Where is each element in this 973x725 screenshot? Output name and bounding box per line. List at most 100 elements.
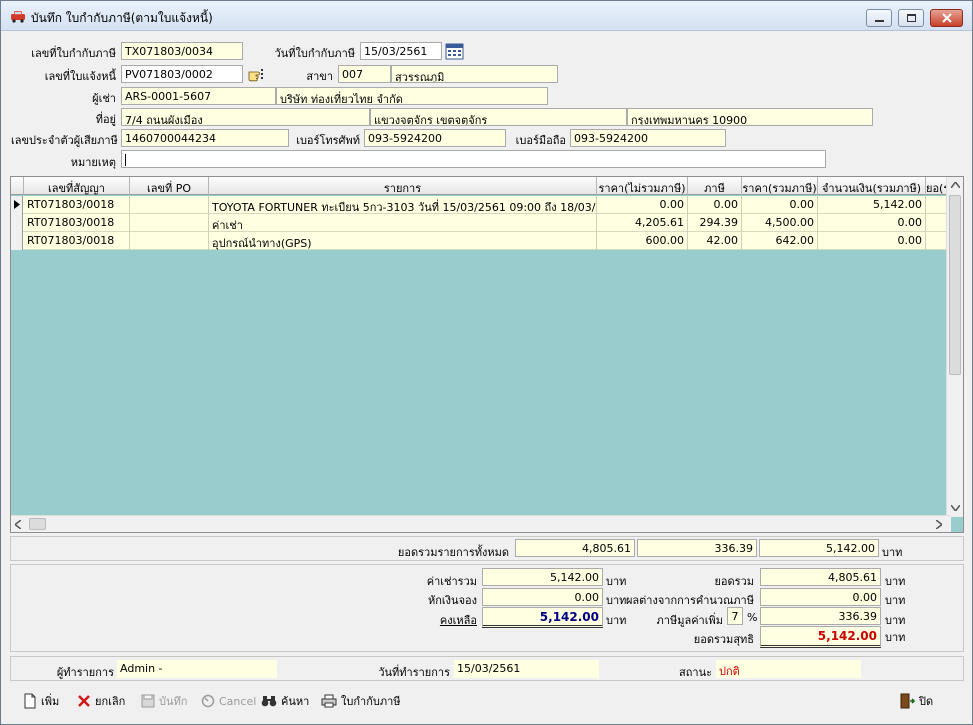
- cell-contract-no[interactable]: RT071803/0018: [24, 232, 130, 250]
- tax-invoice-no-field[interactable]: TX071803/0034: [121, 42, 243, 60]
- row-selector[interactable]: [11, 232, 23, 250]
- col-header-amount-inc-vat[interactable]: จำนวนเงิน(รวมภาษี): [818, 177, 926, 195]
- cell-description[interactable]: TOYOTA FORTUNER ทะเบียน 5กว-3103 วันที่ …: [209, 196, 597, 214]
- cell-price-inc-vat[interactable]: 4,500.00: [742, 214, 818, 232]
- col-header-contract-no[interactable]: เลขที่สัญญา: [24, 177, 130, 195]
- add-button-label: เพิ่ม: [41, 695, 60, 708]
- calendar-icon[interactable]: [445, 42, 464, 60]
- baht-unit: บาท: [885, 594, 906, 607]
- grid-horizontal-scrollbar[interactable]: [11, 515, 951, 532]
- cell-vat[interactable]: 294.39: [688, 214, 742, 232]
- row-selector[interactable]: [11, 196, 23, 214]
- close-button[interactable]: ปิด: [899, 691, 933, 711]
- add-button[interactable]: เพิ่ม: [23, 691, 59, 711]
- sum-ex-vat-field: 4,805.61: [515, 539, 635, 557]
- cancel-button-label: Cancel: [219, 694, 257, 708]
- cancel-button[interactable]: Cancel: [201, 691, 256, 711]
- tax-invoice-date-field[interactable]: 15/03/2561: [360, 42, 442, 60]
- debit-note-no-field[interactable]: PV071803/0002: [121, 65, 243, 83]
- vat-label: ภาษีมูลค่าเพิ่ม: [656, 614, 723, 627]
- cell-price-ex-vat[interactable]: 4,205.61: [597, 214, 688, 232]
- close-button-label: ปิด: [919, 695, 934, 708]
- address-line1-field: 7/4 ถนนผังเมือง: [121, 108, 370, 126]
- percent-sign: %: [747, 611, 758, 624]
- tax-invoice-no-label: เลขที่ใบกำกับภาษี: [31, 47, 116, 60]
- cell-description[interactable]: อุปกรณ์นำทาง(GPS): [209, 232, 597, 250]
- baht-unit: บาท: [882, 546, 903, 559]
- table-row[interactable]: RT071803/0018 อุปกรณ์นำทาง(GPS) 600.00 4…: [11, 232, 951, 250]
- grid-header-corner: [11, 177, 24, 195]
- balance-field: 5,142.00: [482, 607, 603, 628]
- address-label: ที่อยู่: [95, 113, 116, 126]
- cell-amount-inc-vat[interactable]: 5,142.00: [818, 196, 926, 214]
- scroll-right-icon[interactable]: [936, 520, 942, 529]
- col-header-description[interactable]: รายการ: [209, 177, 597, 195]
- vat-calc-diff-field: 0.00: [760, 588, 881, 606]
- mobile-label: เบอร์มือถือ: [515, 134, 566, 147]
- operator-field: Admin -: [117, 660, 277, 678]
- cell-price-inc-vat[interactable]: 0.00: [742, 196, 818, 214]
- tax-id-field: 1460700044234: [121, 129, 289, 147]
- maximize-icon: [907, 14, 916, 22]
- vertical-scroll-thumb[interactable]: [949, 195, 961, 375]
- cell-description[interactable]: ค่าเช่า: [209, 214, 597, 232]
- col-header-vat[interactable]: ภาษี: [688, 177, 742, 195]
- cell-vat[interactable]: 0.00: [688, 196, 742, 214]
- scroll-up-icon[interactable]: [951, 182, 960, 188]
- close-window-button[interactable]: [930, 9, 963, 27]
- operator-label: ผู้ทำรายการ: [56, 666, 114, 679]
- col-header-price-ex-vat[interactable]: ราคา(ไม่รวมภาษี): [597, 177, 688, 195]
- exit-door-icon: [900, 693, 915, 709]
- cell-po-no[interactable]: [130, 196, 209, 214]
- cell-po-no[interactable]: [130, 214, 209, 232]
- branch-code-field[interactable]: 007: [338, 65, 391, 83]
- tax-invoice-print-button-label: ใบกำกับภาษี: [341, 695, 401, 708]
- col-header-po-no[interactable]: เลขที่ PO: [130, 177, 209, 195]
- cancel-record-button[interactable]: ยกเลิก: [77, 691, 125, 711]
- pointing-hand-lookup-icon[interactable]: [247, 66, 265, 82]
- lessee-code-field[interactable]: ARS-0001-5607: [121, 87, 276, 105]
- table-row[interactable]: RT071803/0018 ค่าเช่า 4,205.61 294.39 4,…: [11, 214, 951, 232]
- cell-po-no[interactable]: [130, 232, 209, 250]
- cell-price-ex-vat[interactable]: 0.00: [597, 196, 688, 214]
- cancel-record-button-label: ยกเลิก: [95, 695, 126, 708]
- cell-price-ex-vat[interactable]: 600.00: [597, 232, 688, 250]
- col-header-price-inc-vat[interactable]: ราคา(รวมภาษี): [742, 177, 818, 195]
- tax-invoice-print-button[interactable]: ใบกำกับภาษี: [321, 691, 401, 711]
- rental-total-label: ค่าเช่ารวม: [426, 575, 477, 588]
- baht-unit: บาท: [885, 614, 906, 627]
- cell-amount-inc-vat[interactable]: 0.00: [818, 214, 926, 232]
- cell-vat[interactable]: 42.00: [688, 232, 742, 250]
- tax-invoice-date-label: วันที่ใบกำกับภาษี: [274, 47, 355, 60]
- row-selector[interactable]: [11, 214, 23, 232]
- remark-field[interactable]: [121, 150, 826, 168]
- table-row[interactable]: RT071803/0018 TOYOTA FORTUNER ทะเบียน 5ก…: [11, 196, 951, 214]
- debit-note-no-label: เลขที่ใบแจ้งหนี้: [44, 70, 116, 83]
- lessee-label: ผู้เช่า: [92, 92, 116, 105]
- mobile-field: 093-5924200: [570, 129, 726, 147]
- grid-vertical-scrollbar[interactable]: [946, 177, 963, 517]
- net-total-field: 5,142.00: [760, 626, 881, 648]
- maximize-button[interactable]: [898, 9, 924, 27]
- text-caret: [125, 154, 126, 166]
- main-window: บันทึก ใบกำกับภาษี(ตามใบแจ้งหนี้) เลขที่…: [0, 0, 973, 725]
- minimize-button[interactable]: [866, 9, 892, 27]
- horizontal-scroll-thumb[interactable]: [29, 518, 46, 530]
- vat-rate-field[interactable]: 7: [727, 607, 743, 625]
- red-x-icon: [78, 695, 90, 707]
- cell-contract-no[interactable]: RT071803/0018: [24, 214, 130, 232]
- status-field: ปกติ: [716, 660, 861, 678]
- cell-price-inc-vat[interactable]: 642.00: [742, 232, 818, 250]
- cell-amount-inc-vat[interactable]: 0.00: [818, 232, 926, 250]
- all-items-total-label: ยอดรวมรายการทั้งหมด: [397, 546, 509, 559]
- scroll-left-icon[interactable]: [15, 520, 21, 529]
- new-document-icon: [24, 693, 36, 709]
- save-button[interactable]: บันทึก: [141, 691, 187, 711]
- sum-vat-field: 336.39: [637, 539, 757, 557]
- cell-contract-no[interactable]: RT071803/0018: [24, 196, 130, 214]
- line-items-grid[interactable]: เลขที่สัญญา เลขที่ PO รายการ ราคา(ไม่รวม…: [10, 176, 964, 533]
- deposit-label: หักเงินจอง: [428, 594, 477, 607]
- branch-name-field: สุวรรณภูมิ: [391, 65, 558, 83]
- scroll-down-icon[interactable]: [951, 505, 960, 511]
- search-button[interactable]: ค้นหา: [261, 691, 309, 711]
